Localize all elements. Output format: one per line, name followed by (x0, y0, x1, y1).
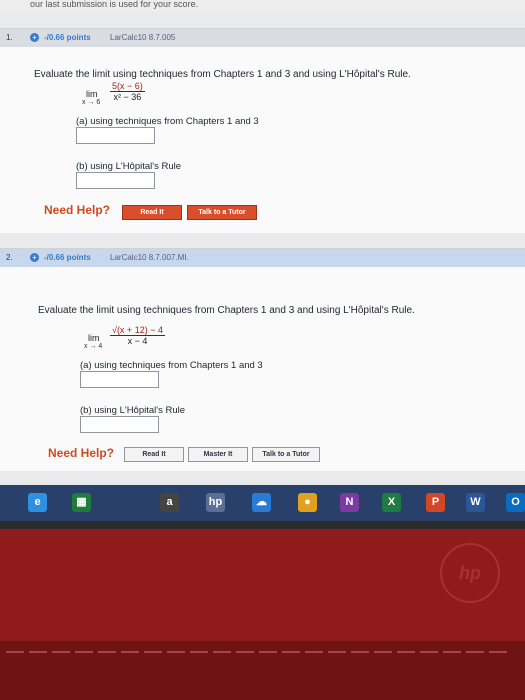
key-mark (397, 651, 415, 653)
limit-operator: lim x → 6 (82, 89, 101, 106)
key-mark (75, 651, 93, 653)
fraction-denominator: x − 4 (127, 336, 148, 346)
key-mark (420, 651, 438, 653)
fraction-numerator: 5(x − 6) (110, 81, 145, 92)
key-mark (466, 651, 484, 653)
read-it-button[interactable]: Read It (122, 205, 182, 220)
key-mark (328, 651, 346, 653)
part-b-label: (b) using L'Hôpital's Rule (76, 161, 182, 172)
part-a-answer-input[interactable] (80, 371, 159, 388)
limit-fraction: 5(x − 6) x² − 36 (110, 81, 145, 102)
part-a-label: (a) using techniques from Chapters 1 and… (80, 360, 263, 371)
question-2-header: 2. + -/0.66 points LarCalc10 8.7.007.MI. (0, 249, 525, 267)
key-mark (489, 651, 507, 653)
key-mark (236, 651, 254, 653)
question-2: 2. + -/0.66 points LarCalc10 8.7.007.MI.… (0, 248, 525, 471)
points-label: -/0.66 points (44, 253, 91, 262)
hp-logo: hp (440, 543, 500, 603)
part-b-label: (b) using L'Hôpital's Rule (80, 405, 186, 416)
key-mark (29, 651, 47, 653)
question-1: 1. + -/0.66 points LarCalc10 8.7.005 Eva… (0, 28, 525, 233)
laptop-body: hp (0, 521, 525, 700)
question-prompt: Evaluate the limit using techniques from… (34, 69, 411, 80)
key-mark (98, 651, 116, 653)
key-mark (374, 651, 392, 653)
screen-bezel (0, 521, 525, 529)
limit-subscript: x → 4 (84, 343, 103, 350)
outlook-icon[interactable]: O (506, 493, 525, 512)
read-it-button[interactable]: Read It (124, 447, 184, 462)
chrome-icon[interactable]: ● (298, 493, 317, 512)
key-mark (190, 651, 208, 653)
key-mark (52, 651, 70, 653)
question-number: 2. (6, 253, 13, 262)
talk-to-tutor-button[interactable]: Talk to a Tutor (252, 447, 320, 462)
photos-icon[interactable]: ☁ (252, 493, 271, 512)
part-b-answer-input[interactable] (76, 172, 155, 189)
fraction-denominator: x² − 36 (113, 92, 142, 102)
onenote-icon[interactable]: N (340, 493, 359, 512)
powerpoint-icon[interactable]: P (426, 493, 445, 512)
word-icon[interactable]: W (466, 493, 485, 512)
question-number: 1. (6, 33, 13, 42)
source-label: LarCalc10 8.7.005 (110, 33, 176, 42)
part-a-answer-input[interactable] (76, 127, 155, 144)
submission-notice: our last submission is used for your sco… (0, 0, 525, 12)
key-mark (351, 651, 369, 653)
fraction-numerator: √(x + 12) − 4 (110, 325, 165, 336)
limit-operator: lim x → 4 (84, 333, 103, 350)
windows-taskbar: e ▦ a hp ☁ ● N X P W O (0, 485, 525, 521)
excel-icon[interactable]: X (382, 493, 401, 512)
expand-icon[interactable]: + (30, 33, 39, 42)
question-1-header: 1. + -/0.66 points LarCalc10 8.7.005 (0, 29, 525, 47)
key-mark (443, 651, 461, 653)
key-mark (6, 651, 24, 653)
browser-viewport: our last submission is used for your sco… (0, 0, 525, 485)
key-mark (282, 651, 300, 653)
need-help-label: Need Help? (44, 203, 111, 217)
need-help-label: Need Help? (48, 446, 115, 460)
key-mark (121, 651, 139, 653)
master-it-button[interactable]: Master It (188, 447, 248, 462)
key-mark (259, 651, 277, 653)
question-prompt: Evaluate the limit using techniques from… (38, 305, 415, 316)
points-label: -/0.66 points (44, 33, 91, 42)
talk-to-tutor-button[interactable]: Talk to a Tutor (187, 205, 257, 220)
part-b-answer-input[interactable] (80, 416, 159, 433)
limit-subscript: x → 6 (82, 99, 101, 106)
key-mark (167, 651, 185, 653)
limit-fraction: √(x + 12) − 4 x − 4 (110, 325, 165, 346)
part-a-label: (a) using techniques from Chapters 1 and… (76, 116, 259, 127)
store-icon[interactable]: ▦ (72, 493, 91, 512)
expand-icon[interactable]: + (30, 253, 39, 262)
keyboard-area (0, 641, 525, 700)
source-label: LarCalc10 8.7.007.MI. (110, 253, 189, 262)
key-mark (305, 651, 323, 653)
amazon-icon[interactable]: a (160, 493, 179, 512)
edge-icon[interactable]: e (28, 493, 47, 512)
key-mark (144, 651, 162, 653)
key-mark (213, 651, 231, 653)
hp-icon[interactable]: hp (206, 493, 225, 512)
